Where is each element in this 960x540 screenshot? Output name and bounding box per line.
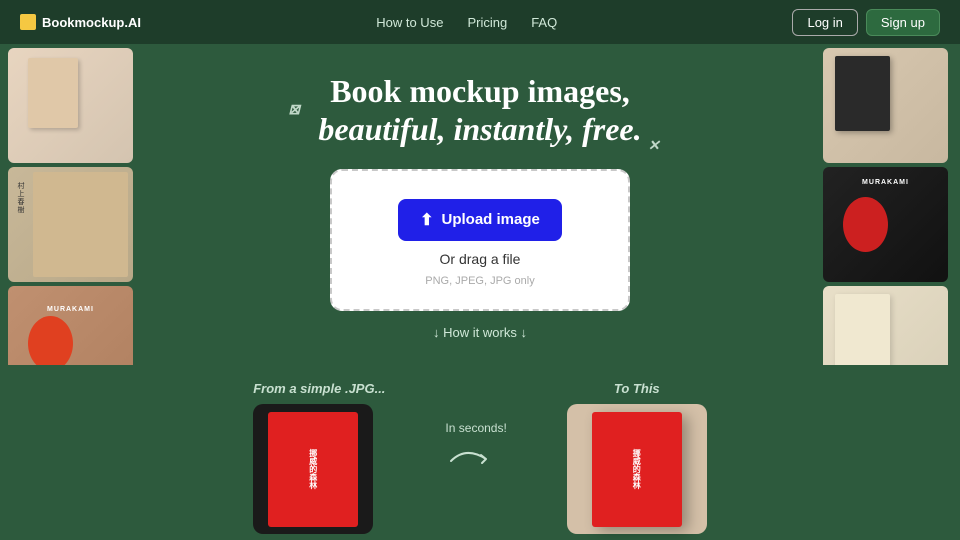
- arrow-section: In seconds!: [445, 381, 506, 476]
- nav-links: How to Use Pricing FAQ: [376, 15, 557, 30]
- logo[interactable]: Bookmockup.AI: [20, 14, 141, 30]
- from-label: From a simple .JPG...: [253, 381, 385, 396]
- upload-box: ⬆ Upload image Or drag a file PNG, JPEG,…: [330, 169, 630, 311]
- hero-heading: Book mockup images, ⊠ beautiful, instant…: [318, 72, 641, 149]
- nav-auth: Log in Sign up: [792, 9, 940, 36]
- heading-line1: Book mockup images,: [330, 73, 630, 109]
- nav-pricing[interactable]: Pricing: [467, 15, 507, 30]
- heading-line2-text: beautiful, instantly, free.: [318, 111, 641, 147]
- to-section: To This 挪威的森林: [567, 381, 707, 534]
- from-book-container: 挪威的森林: [253, 404, 373, 534]
- to-book-container: 挪威的森林: [567, 404, 707, 534]
- logo-icon: [20, 14, 36, 30]
- from-book-cover: 挪威的森林: [268, 412, 358, 527]
- login-button[interactable]: Log in: [792, 9, 857, 36]
- navbar: Bookmockup.AI How to Use Pricing FAQ Log…: [0, 0, 960, 44]
- to-label: To This: [567, 381, 707, 396]
- deco-expand-icon: ⊠: [288, 103, 300, 120]
- nav-how-to-use[interactable]: How to Use: [376, 15, 443, 30]
- signup-button[interactable]: Sign up: [866, 9, 940, 36]
- main-content: Book mockup images, ⊠ beautiful, instant…: [0, 44, 960, 360]
- upload-icon: ⬆: [420, 210, 433, 230]
- drag-text: Or drag a file: [372, 251, 588, 267]
- file-types-text: PNG, JPEG, JPG only: [372, 275, 588, 287]
- arrow-icon: [446, 441, 506, 476]
- upload-button[interactable]: ⬆ Upload image: [398, 199, 562, 241]
- from-section: From a simple .JPG... 挪威的森林: [253, 381, 385, 534]
- from-book-title: 挪威的森林: [308, 449, 319, 489]
- to-book-title: 挪威的森林: [631, 449, 642, 489]
- in-seconds-label: In seconds!: [445, 421, 506, 435]
- heading-line2: ⊠ beautiful, instantly, free. ✕: [318, 111, 641, 147]
- upload-button-label: Upload image: [442, 211, 540, 228]
- deco-cross-icon: ✕: [648, 139, 660, 156]
- nav-faq[interactable]: FAQ: [531, 15, 557, 30]
- how-it-works-link[interactable]: ↓ How it works ↓: [433, 325, 527, 340]
- to-book-cover: 挪威的森林: [592, 412, 682, 527]
- bottom-section: From a simple .JPG... 挪威的森林 In seconds! …: [0, 365, 960, 540]
- logo-text: Bookmockup.AI: [42, 15, 141, 30]
